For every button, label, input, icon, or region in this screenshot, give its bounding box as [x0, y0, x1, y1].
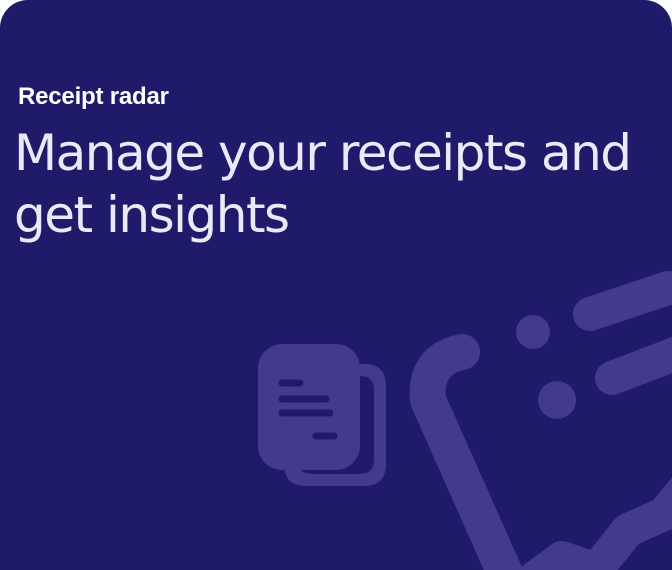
receipt-documents-icon: [258, 344, 386, 486]
receipt-radar-card[interactable]: Receipt radar Manage your receipts and g…: [0, 0, 672, 570]
card-illustration: [258, 271, 672, 570]
